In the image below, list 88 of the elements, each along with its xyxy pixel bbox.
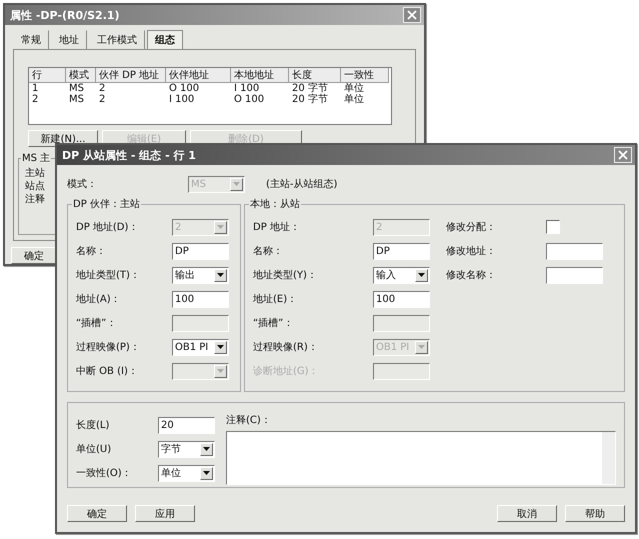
field-label: 注释(C)： xyxy=(226,414,272,427)
field-label: 过程映像(R)： xyxy=(253,340,319,354)
table-cell-text: MS xyxy=(68,94,85,105)
dialog-button[interactable]: 帮助 xyxy=(565,505,625,522)
tab[interactable]: 工作模式 xyxy=(89,30,145,49)
group-title: 本地：从站 xyxy=(249,198,301,211)
field-label: 修改分配： xyxy=(446,221,497,234)
table-cell-text: O 100 xyxy=(233,94,266,105)
input-field[interactable] xyxy=(546,266,603,284)
mode-note: (主站-从站组态) xyxy=(266,178,338,191)
field-label: 修改名称： xyxy=(446,269,497,282)
column-header[interactable]: 一致性 xyxy=(341,68,389,83)
column-header[interactable]: 本地地址 xyxy=(231,68,289,83)
ok-button[interactable]: 确定 xyxy=(11,247,57,264)
column-header[interactable]: 伙伴 DP 地址 xyxy=(96,68,166,83)
field-label: DP 地址(D)： xyxy=(76,220,140,234)
field-label: 地址类型(Y)： xyxy=(253,268,318,282)
checkbox[interactable] xyxy=(546,220,560,234)
window-title: DP 从站属性 - 组态 - 行 1 xyxy=(62,148,196,162)
dialog-button[interactable]: 确定 xyxy=(67,505,127,522)
input-field[interactable]: DP xyxy=(172,242,229,260)
table-cell-text: I 100 xyxy=(168,94,196,105)
group-title: MS 主 xyxy=(21,152,52,165)
caret-icon xyxy=(233,182,240,186)
caret-icon xyxy=(217,345,224,349)
select-field[interactable]: 输入 xyxy=(373,266,430,284)
field-label: 诊断地址(G)： xyxy=(253,364,320,378)
field-label: 中断 OB (I)： xyxy=(76,364,139,378)
tab[interactable]: 地址 xyxy=(51,30,87,49)
column-header[interactable]: 长度 xyxy=(289,68,341,83)
caret-icon xyxy=(217,369,224,373)
caret-icon xyxy=(203,471,210,475)
field-label: 名称： xyxy=(253,245,284,258)
column-header[interactable]: 伙伴地址 xyxy=(166,68,231,83)
table-cell-text: I 100 xyxy=(233,83,260,94)
window-title: 属性 -DP-(R0/S2.1) xyxy=(10,8,120,22)
field-label: 修改地址： xyxy=(446,244,497,258)
field-label: 地址(A)： xyxy=(76,292,122,306)
field-label: 地址类型(T)： xyxy=(76,268,141,282)
field-label: 地址(E)： xyxy=(253,292,298,306)
field-label: 长度(L) xyxy=(76,418,110,432)
column-header[interactable]: 模式 xyxy=(66,68,96,83)
field-label: “插槽”： xyxy=(253,316,294,330)
field-label: 站点 xyxy=(25,180,45,193)
input-field[interactable]: DP xyxy=(373,242,430,260)
field-label: 过程映像(P)： xyxy=(76,340,141,354)
dialog-button[interactable]: 应用 xyxy=(135,505,195,522)
table-cell-text: 单位 xyxy=(343,83,365,94)
table-cell-text: 单位 xyxy=(343,94,365,105)
table-cell-text: 1 xyxy=(31,83,40,94)
field-label: 一致性(O)： xyxy=(76,466,133,480)
select-field[interactable]: 单位 xyxy=(158,464,215,482)
table-cell-text: 20 字节 xyxy=(291,94,329,105)
table-cell-text: 2 xyxy=(98,83,106,94)
dialog-button[interactable]: 取消 xyxy=(497,505,557,522)
table-cell-text: 2 xyxy=(31,94,40,105)
input-field[interactable]: 100 xyxy=(172,290,229,308)
caret-icon xyxy=(217,273,224,277)
field-label: “插槽”： xyxy=(76,316,118,330)
field-label: 模式： xyxy=(67,178,98,191)
field-label: DP 地址： xyxy=(253,220,301,234)
input-field[interactable]: 100 xyxy=(373,290,430,308)
close-icon xyxy=(407,10,417,20)
table-cell-text: O 100 xyxy=(168,83,200,94)
tab[interactable]: 常规 xyxy=(13,30,49,49)
group-title: DP 伙伴：主站 xyxy=(72,198,141,211)
caret-icon xyxy=(418,273,425,277)
caret-icon xyxy=(217,225,224,229)
field-label: 注释 xyxy=(25,193,45,206)
input-field[interactable]: 20 xyxy=(158,416,215,434)
table-cell-text: 2 xyxy=(98,94,106,105)
table-cell-text: MS xyxy=(68,83,85,94)
field-label: 名称： xyxy=(76,245,107,258)
select-field[interactable]: OB1 PI xyxy=(172,338,229,356)
close-button[interactable] xyxy=(403,7,421,23)
select-field[interactable]: 输出 xyxy=(172,266,229,284)
caret-icon xyxy=(418,345,425,349)
comment-text-area[interactable] xyxy=(226,431,616,485)
column-header[interactable]: 行 xyxy=(29,68,66,83)
field-label: 主站 xyxy=(25,167,45,180)
table-cell-text: 20 字节 xyxy=(291,83,329,94)
input-field[interactable] xyxy=(546,242,603,260)
close-icon xyxy=(618,150,628,160)
caret-icon xyxy=(203,447,210,451)
select-field[interactable]: 字节 xyxy=(158,440,215,458)
field-label: 单位(U) xyxy=(76,442,112,456)
tab[interactable]: 组态 xyxy=(147,30,183,49)
close-button[interactable] xyxy=(614,147,632,163)
